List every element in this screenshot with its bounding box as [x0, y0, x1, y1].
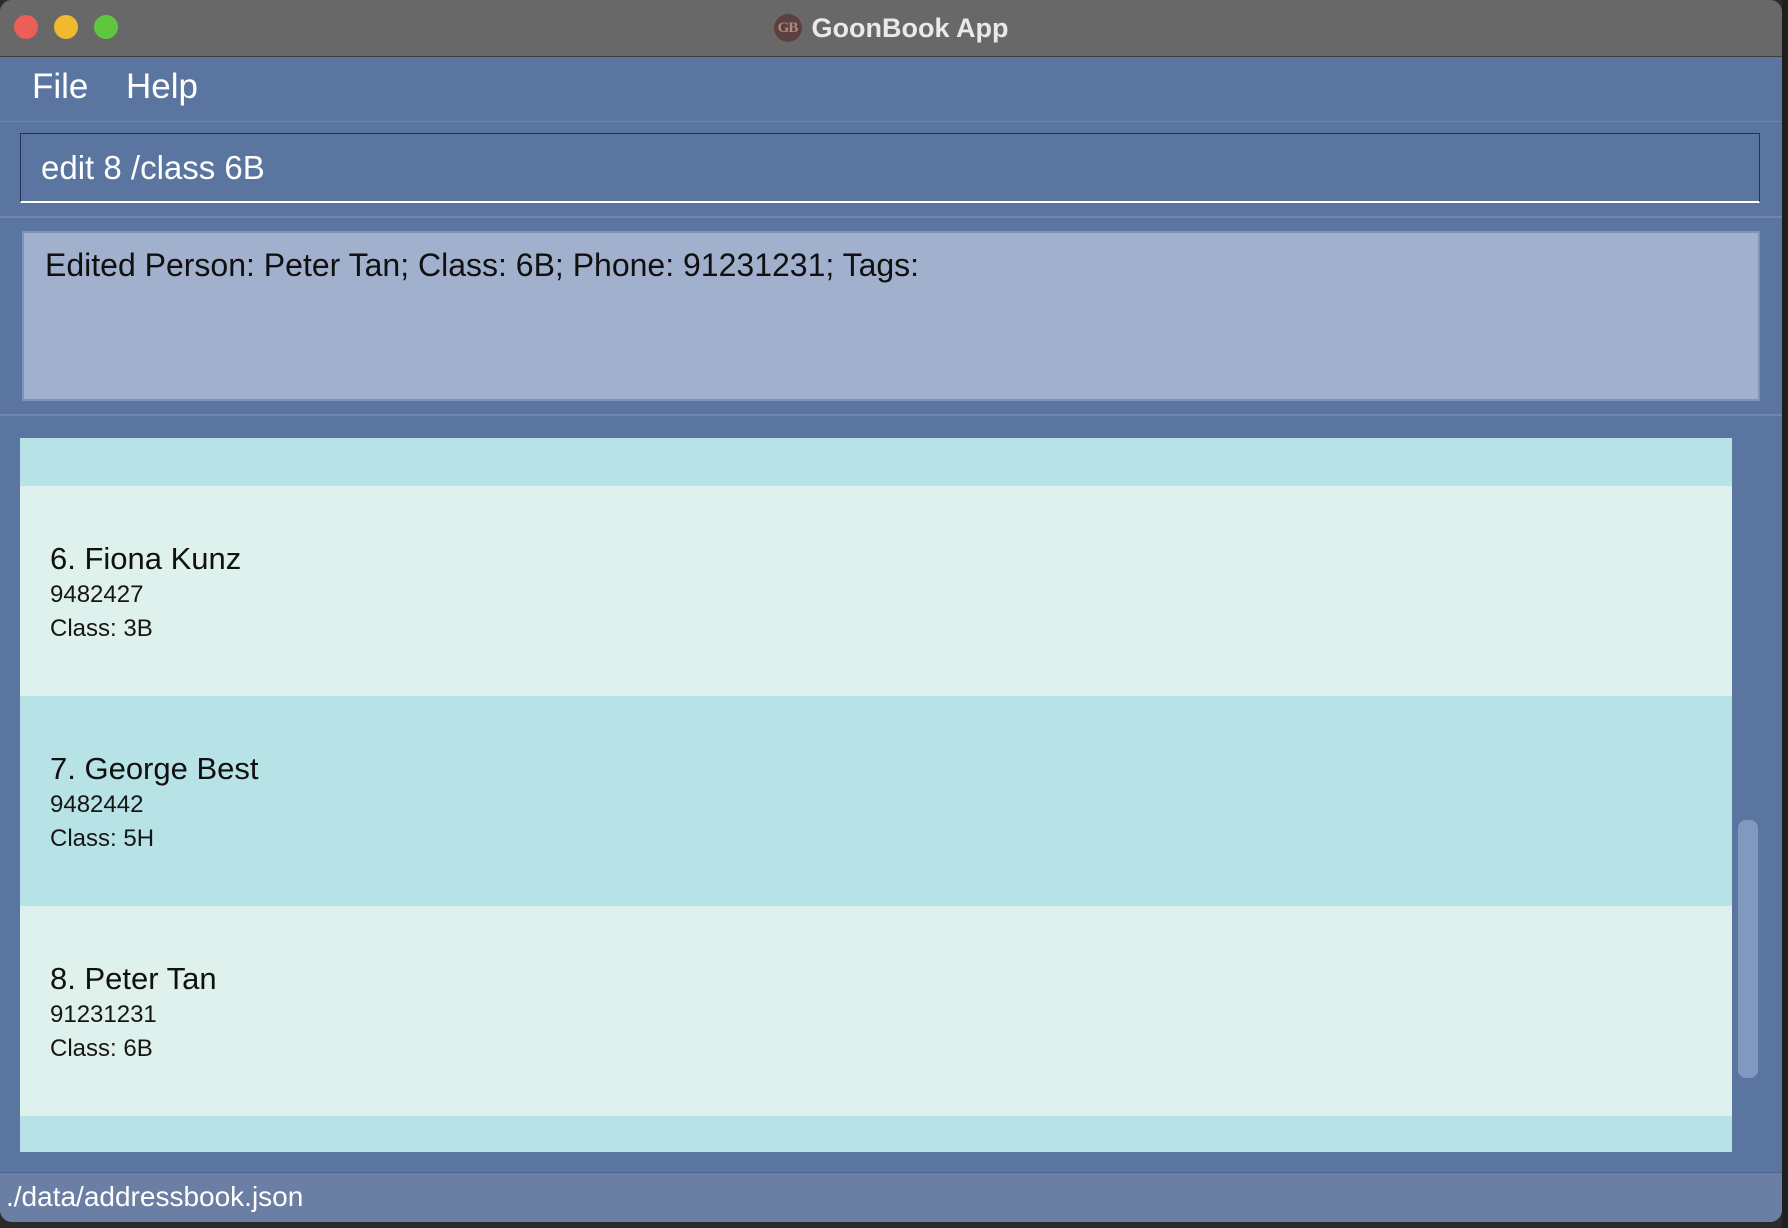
- person-class: Class: 6B: [50, 1035, 153, 1062]
- window-title-group: GB GoonBook App: [0, 0, 1782, 56]
- person-card[interactable]: 7. George Best 9482442 Class: 5H: [20, 696, 1732, 906]
- menu-bar: File Help: [0, 57, 1782, 122]
- person-phone: 9482442: [50, 791, 144, 818]
- save-location-text: ./data/addressbook.json: [6, 1181, 304, 1212]
- menu-file[interactable]: File: [26, 67, 94, 107]
- desktop-edge: [1782, 0, 1788, 1228]
- title-bar: GB GoonBook App: [0, 0, 1782, 57]
- menu-help[interactable]: Help: [120, 67, 204, 107]
- person-card[interactable]: 8. Peter Tan 91231231 Class: 6B: [20, 906, 1732, 1116]
- person-card[interactable]: 6. Fiona Kunz 9482427 Class: 3B: [20, 486, 1732, 696]
- person-name: 7. George Best: [50, 751, 259, 786]
- person-class: Class: 3B: [50, 615, 153, 642]
- divider: [0, 216, 1782, 218]
- app-window: GB GoonBook App File Help Edited Person:…: [0, 0, 1782, 1222]
- scrollbar-thumb[interactable]: [1738, 820, 1758, 1078]
- app-logo-icon: GB: [773, 14, 802, 42]
- result-message: Edited Person: Peter Tan; Class: 6B; Pho…: [45, 247, 920, 283]
- list-item-partial[interactable]: [20, 438, 1732, 486]
- status-bar: ./data/addressbook.json: [0, 1172, 1782, 1222]
- window-title: GoonBook App: [811, 12, 1009, 43]
- person-class: Class: 5H: [50, 825, 155, 852]
- person-name: 6. Fiona Kunz: [50, 541, 242, 576]
- divider: [0, 414, 1782, 416]
- person-phone: 9482427: [50, 581, 144, 608]
- person-phone: 91231231: [50, 1001, 157, 1028]
- command-input[interactable]: [41, 134, 1721, 202]
- result-display: Edited Person: Peter Tan; Class: 6B; Pho…: [22, 231, 1760, 401]
- command-box: [20, 133, 1760, 203]
- list-item-partial[interactable]: [20, 1116, 1732, 1152]
- person-list[interactable]: 6. Fiona Kunz 9482427 Class: 3B 7. Georg…: [20, 438, 1732, 1152]
- person-name: 8. Peter Tan: [50, 961, 217, 996]
